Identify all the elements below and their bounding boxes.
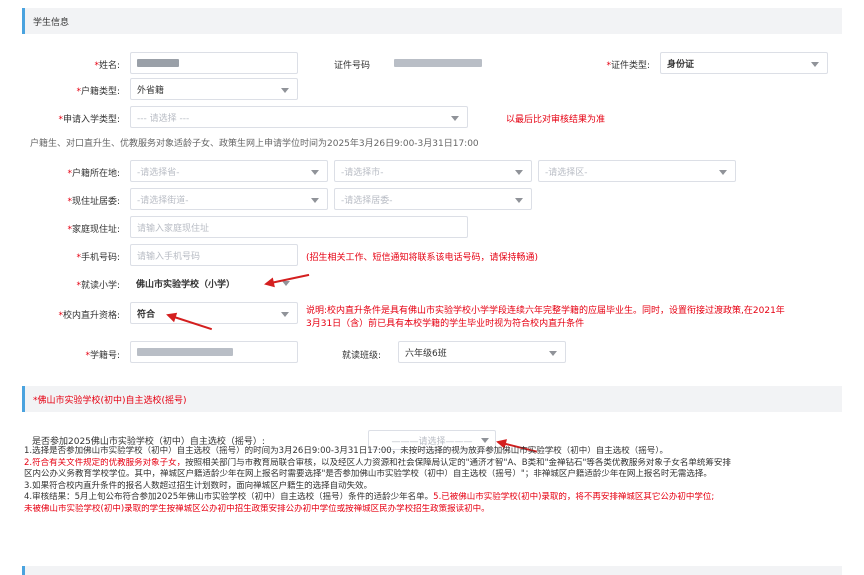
note-item: 4.审核结果：5月上旬公布符合参加2025年佛山市实验学校（初中）自主选校（摇号… (24, 492, 715, 502)
student-number-label: *学籍号: (85, 351, 120, 361)
note-item: 1.选择是否参加佛山市实验学校（初中）自主选校（摇号）的时间为3月26日9:00… (24, 446, 668, 456)
name-label: *姓名: (94, 61, 120, 71)
huji-location-label: *户籍所在地: (67, 169, 120, 179)
apply-time-note: 户籍生、对口直升生、优教服务对象适龄子女、政策生网上申请学位时间为2025年3月… (30, 139, 479, 149)
primary-school-label: *就读小学: (76, 281, 120, 291)
city-select[interactable]: -请选择市- (334, 160, 532, 182)
id-number-label: 证件号码 (334, 61, 371, 71)
apply-type-select[interactable]: --- 请选择 --- (130, 106, 468, 128)
huji-type-select[interactable]: 外省籍 (130, 78, 298, 100)
province-select[interactable]: -请选择省- (130, 160, 328, 182)
residence-committee-label: *现住址居委: (67, 197, 120, 207)
home-address-label: *家庭现住址: (67, 225, 120, 235)
class-select[interactable]: 六年级6班 (398, 341, 566, 363)
home-address-input[interactable]: 请输入家庭现住址 (130, 216, 468, 238)
phone-input[interactable]: 请输入手机号码 (130, 244, 298, 266)
class-label: 就读班级: (342, 351, 382, 361)
note-item: 2.符合有关文件规定的优教服务对象子女，按照相关部门与市教育局联合审核，以及经区… (24, 457, 731, 468)
note-item: 未被佛山市实验学校(初中)录取的学生按禅城区公办初中招生政策安排公办初中学位或按… (24, 503, 490, 514)
school-lottery-header: *佛山市实验学校(初中)自主选校(摇号) (22, 386, 842, 412)
student-number-field[interactable] (130, 341, 298, 363)
student-info-header: 学生信息 (22, 8, 842, 34)
district-select[interactable]: -请选择区- (538, 160, 736, 182)
id-type-label: *证件类型: (606, 61, 650, 71)
id-type-select[interactable]: 身份证 (660, 52, 828, 74)
next-section-header (22, 566, 842, 575)
street-select[interactable]: -请选择街道- (130, 188, 328, 210)
direct-promotion-hint-line1: 说明:校内直升条件是具有佛山市实验学校小学学段连续六年完整学籍的应届毕业生。同时… (306, 306, 785, 316)
committee-select[interactable]: -请选择居委- (334, 188, 532, 210)
id-number-field[interactable] (388, 52, 568, 74)
direct-promotion-hint-line2: 3月31日（含）前已具有本校学籍的学生毕业时视为符合校内直升条件 (306, 319, 585, 329)
apply-type-hint: 以最后比对审核结果为准 (506, 115, 606, 125)
notes-block: 1.选择是否参加佛山市实验学校（初中）自主选校（摇号）的时间为3月26日9:00… (24, 446, 854, 515)
section-title: 学生信息 (33, 17, 70, 28)
huji-type-label: *户籍类型: (76, 87, 120, 97)
phone-hint: (招生相关工作、短信通知将联系该电话号码，请保持畅通) (306, 253, 539, 263)
direct-promotion-label: *校内直升资格: (58, 311, 120, 321)
apply-type-label: *申请入学类型: (58, 115, 120, 125)
note-item: 3.如果符合校内直升条件的报名人数超过招生计划数时，面向禅城区户籍生的选择自动失… (24, 480, 373, 491)
phone-label: *手机号码: (76, 253, 120, 263)
section-title: *佛山市实验学校(初中)自主选校(摇号) (33, 395, 187, 406)
note-item: 区内公办义务教育学校学位。其中，禅城区户籍适龄少年在网上报名时需要选择"是否参加… (24, 469, 712, 479)
name-field[interactable] (130, 52, 298, 74)
direct-promotion-select[interactable]: 符合 (130, 302, 298, 324)
